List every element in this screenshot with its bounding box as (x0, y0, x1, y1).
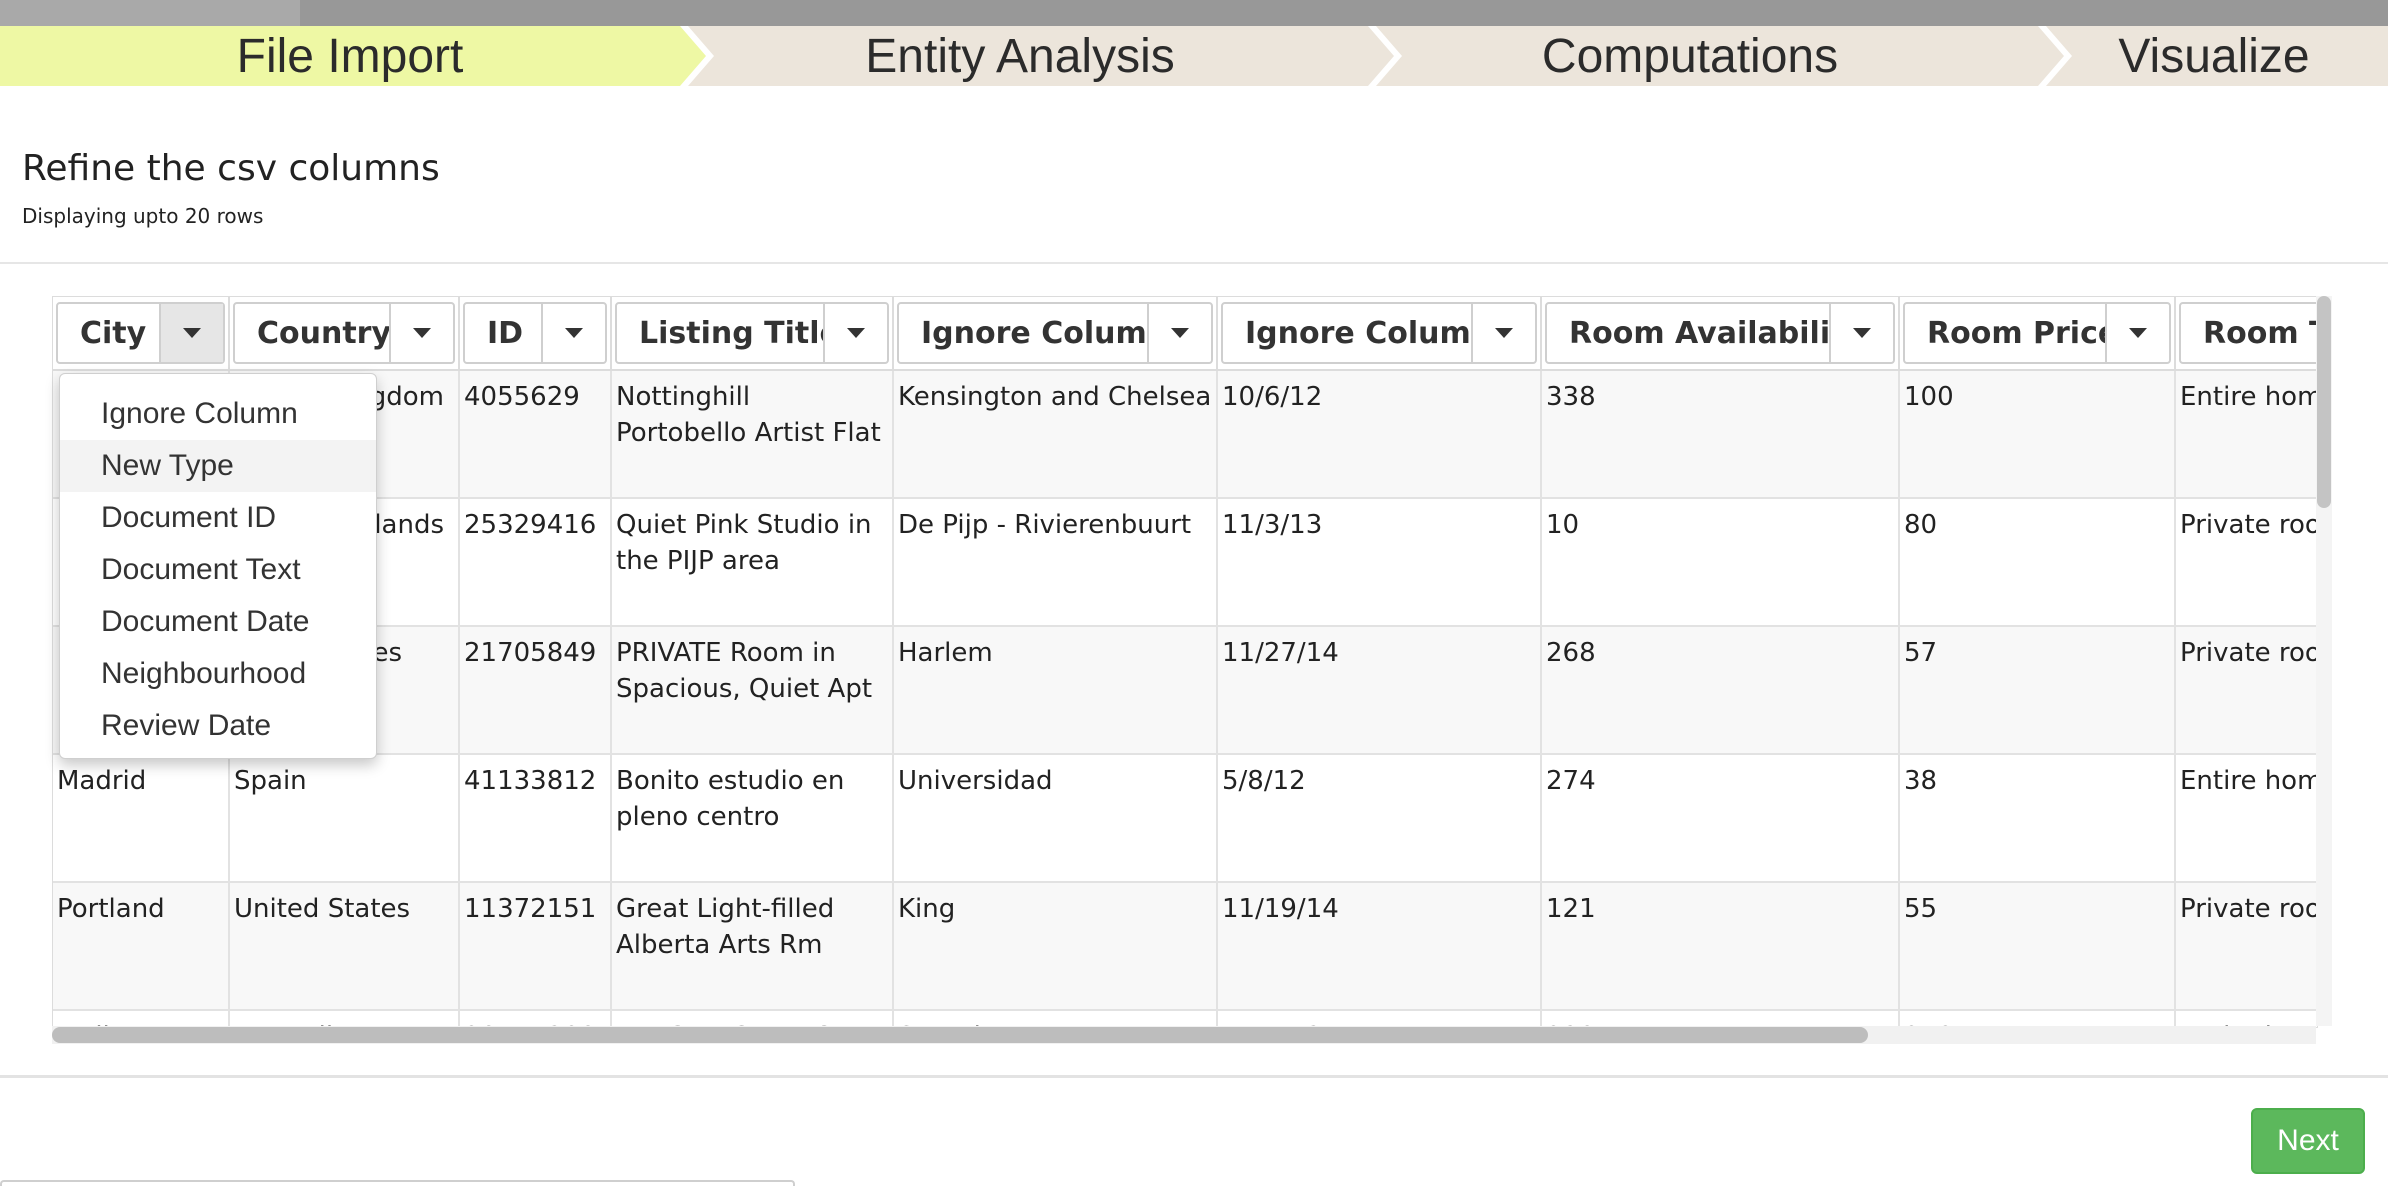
column-type-select[interactable]: Room Availability (1545, 302, 1895, 364)
table-cell: Harlem (893, 626, 1218, 755)
table-cell: 25329416 (459, 498, 612, 627)
table-cell: PRIVATE Room in Spacious, Quiet Apt (611, 626, 894, 755)
table-cell: 41133812 (459, 754, 612, 883)
horizontal-scrollbar-thumb[interactable] (52, 1027, 1868, 1043)
menu-item-ignore-column[interactable]: Ignore Column (60, 388, 376, 440)
table-cell: 10 (1541, 498, 1900, 627)
menu-item-document-text[interactable]: Document Text (60, 544, 376, 596)
table-cell: 4055629 (459, 370, 612, 499)
column-type-select[interactable]: ID (463, 302, 607, 364)
table-cell: Spain (229, 754, 460, 883)
table-cell: 11372151 (459, 882, 612, 1011)
column-header-listing-title: Listing Title (611, 297, 894, 371)
table-cell: 268 (1541, 626, 1900, 755)
menu-item-neighbourhood[interactable]: Neighbourhood (60, 648, 376, 700)
chevron-down-icon[interactable] (1829, 304, 1893, 362)
table-cell: Private roo (2175, 626, 2317, 755)
next-button[interactable]: Next (2251, 1108, 2365, 1174)
table-cell: 57 (1899, 626, 2176, 755)
column-type-select[interactable]: Room Price (1903, 302, 2171, 364)
table-cell: Kensington and Chelsea (893, 370, 1218, 499)
table-cell: Quiet Pink Studio in the PIJP area (611, 498, 894, 627)
column-header-city: City (53, 297, 230, 371)
step-file-import[interactable]: File Import (0, 26, 700, 86)
column-header-row: City Country ID Listing Title Ignore Col… (53, 297, 2317, 371)
table-cell: 21705849 (459, 626, 612, 755)
table-cell: 11/3/13 (1217, 498, 1542, 627)
csv-preview-table: City Country ID Listing Title Ignore Col… (52, 296, 2318, 1028)
chevron-down-icon[interactable] (1147, 304, 1211, 362)
column-header-room-availability: Room Availability (1541, 297, 1900, 371)
chevron-down-icon[interactable] (1471, 304, 1535, 362)
column-type-select[interactable]: Listing Title (615, 302, 889, 364)
step-computations[interactable]: Computations (1340, 26, 2040, 86)
column-type-select[interactable]: Country (233, 302, 455, 364)
column-header-ignore-1: Ignore Column (893, 297, 1218, 371)
chevron-down-icon[interactable] (159, 304, 223, 362)
menu-item-review-date[interactable]: Review Date (60, 700, 376, 752)
table-cell: Portland (53, 882, 230, 1011)
table-cell: 100 (1899, 370, 2176, 499)
menu-item-document-date[interactable]: Document Date (60, 596, 376, 648)
column-type-dropdown-menu: Ignore Column New Type Document ID Docum… (59, 373, 377, 759)
table-cell: Great Light-filled Alberta Arts Rm (611, 882, 894, 1011)
table-row: Portland United States 11372151 Great Li… (53, 882, 2317, 1011)
chevron-down-icon[interactable] (541, 304, 605, 362)
table-cell: King (893, 882, 1218, 1011)
column-header-country: Country (229, 297, 460, 371)
column-header-ignore-2: Ignore Column (1217, 297, 1542, 371)
table-cell: Entire hom (2175, 754, 2317, 883)
table-cell: United States (229, 882, 460, 1011)
table-row: Madrid Spain 41133812 Bonito estudio en … (53, 754, 2317, 883)
footer-divider (0, 1075, 2388, 1078)
table-cell: 5/8/12 (1217, 754, 1542, 883)
column-type-select[interactable]: City (56, 302, 225, 364)
column-type-select[interactable]: Ignore Column (897, 302, 1213, 364)
table-cell: 80 (1899, 498, 2176, 627)
column-header-room-type: Room Ty (2175, 297, 2317, 371)
table-cell: Private roo (2175, 882, 2317, 1011)
table-cell: Bonito estudio en pleno centro (611, 754, 894, 883)
table-cell: Universidad (893, 754, 1218, 883)
table-cell: Madrid (53, 754, 230, 883)
table-cell: 121 (1541, 882, 1900, 1011)
top-bar (0, 0, 2388, 26)
table-row: gdom 4055629 Nottinghill Portobello Arti… (53, 370, 2317, 499)
table-cell: 38 (1899, 754, 2176, 883)
table-cell: 338 (1541, 370, 1900, 499)
table-cell: 55 (1899, 882, 2176, 1011)
divider (0, 262, 2388, 264)
page-title: Refine the csv columns (22, 148, 440, 189)
table-cell: Private roo (2175, 498, 2317, 627)
step-visualize[interactable]: Visualize (2040, 26, 2388, 86)
chevron-down-icon[interactable] (2105, 304, 2169, 362)
step-entity-analysis[interactable]: Entity Analysis (700, 26, 1340, 86)
table-row: es 21705849 PRIVATE Room in Spacious, Qu… (53, 626, 2317, 755)
chevron-down-icon[interactable] (389, 304, 453, 362)
chevron-down-icon[interactable] (823, 304, 887, 362)
table-row: lands 25329416 Quiet Pink Studio in the … (53, 498, 2317, 627)
bottom-panel-edge (0, 1180, 795, 1186)
workflow-stepper: File Import Entity Analysis Computations… (0, 26, 2388, 86)
table-cell: Nottinghill Portobello Artist Flat (611, 370, 894, 499)
table-cell: 11/27/14 (1217, 626, 1542, 755)
column-type-select[interactable]: Ignore Column (1221, 302, 1537, 364)
vertical-scrollbar-thumb[interactable] (2317, 296, 2331, 508)
column-header-room-price: Room Price (1899, 297, 2176, 371)
column-type-select[interactable]: Room Ty (2179, 302, 2317, 364)
table-cell: 274 (1541, 754, 1900, 883)
menu-item-document-id[interactable]: Document ID (60, 492, 376, 544)
column-header-id: ID (459, 297, 612, 371)
menu-item-new-type[interactable]: New Type (60, 440, 376, 492)
table-cell: Entire hom (2175, 370, 2317, 499)
table-cell: De Pijp - Rivierenbuurt (893, 498, 1218, 627)
table-cell: 10/6/12 (1217, 370, 1542, 499)
table-cell: 11/19/14 (1217, 882, 1542, 1011)
page-subtitle: Displaying upto 20 rows (22, 204, 264, 228)
top-bar-segment (0, 0, 300, 26)
